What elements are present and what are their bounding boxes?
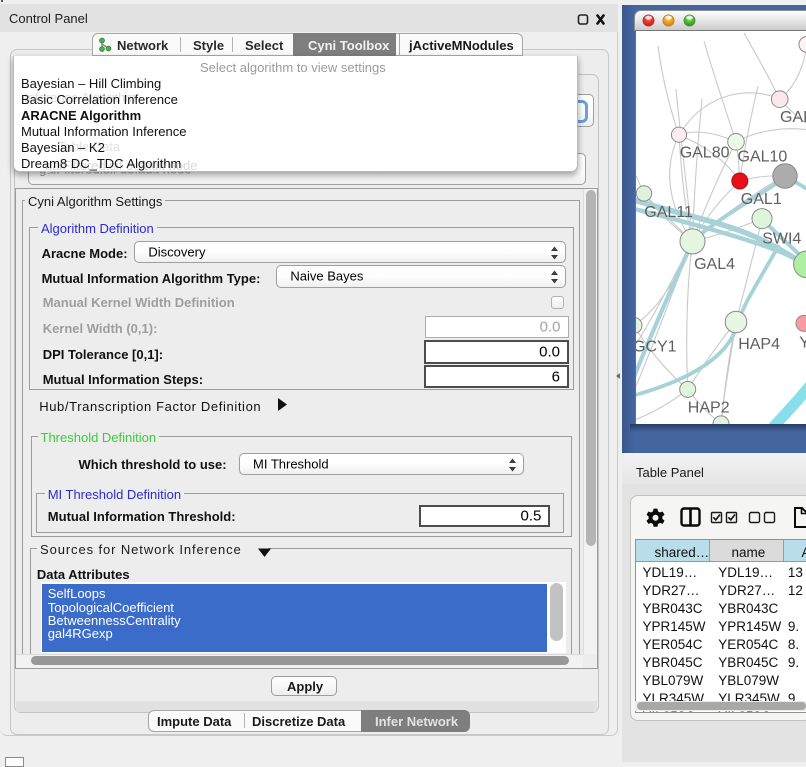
- svg-text:GAL4: GAL4: [694, 256, 735, 273]
- svg-text:HAP2: HAP2: [688, 399, 730, 416]
- svg-text:GAL2: GAL2: [780, 109, 806, 126]
- svg-text:SWI4: SWI4: [762, 230, 801, 247]
- svg-text:GAL11: GAL11: [644, 204, 693, 221]
- svg-text:GCY1: GCY1: [636, 338, 677, 355]
- svg-text:GAL1: GAL1: [741, 191, 782, 208]
- svg-text:Y: Y: [799, 335, 806, 352]
- svg-text:HAP4: HAP4: [738, 336, 780, 353]
- svg-text:GAL10: GAL10: [738, 148, 788, 165]
- svg-text:GAL80: GAL80: [680, 145, 730, 162]
